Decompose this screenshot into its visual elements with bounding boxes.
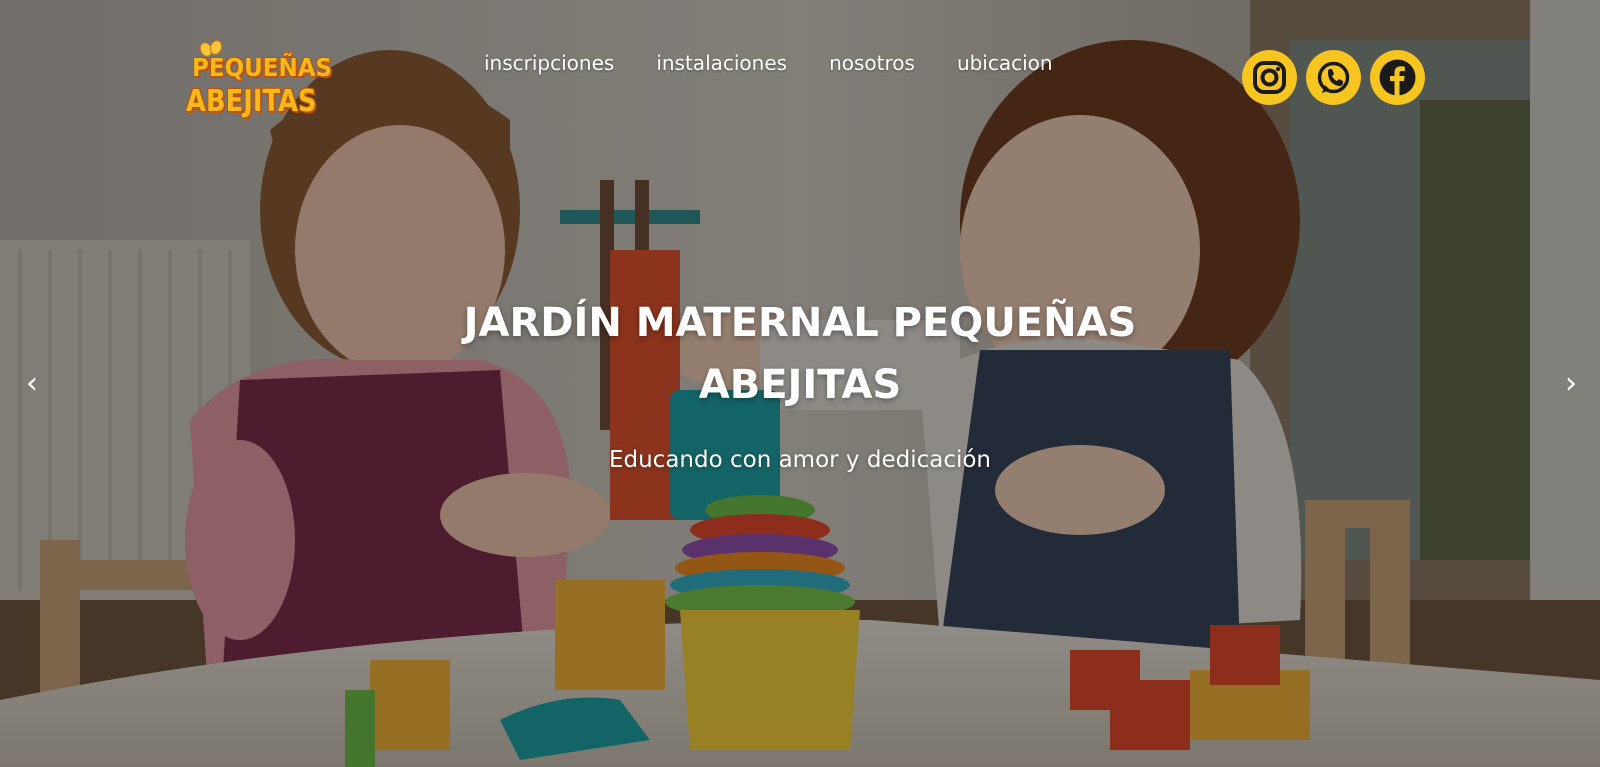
hero-subtitle: Educando con amor y dedicación — [608, 447, 992, 473]
instagram-icon — [1253, 61, 1286, 94]
carousel-next-button[interactable]: › — [1556, 366, 1586, 402]
whatsapp-link[interactable] — [1306, 50, 1361, 105]
hero-carousel: PEQUEÑAS ABEJITAS inscripciones instalac… — [0, 0, 1600, 767]
nav-link-instalaciones[interactable]: instalaciones — [656, 51, 787, 75]
facebook-icon — [1379, 59, 1416, 96]
nav-link-nosotros[interactable]: nosotros — [829, 51, 915, 75]
social-links — [1242, 50, 1434, 105]
facebook-link[interactable] — [1370, 50, 1425, 105]
whatsapp-icon — [1317, 61, 1350, 94]
hero-title: JARDÍN MATERNAL PEQUEÑAS ABEJITAS — [463, 300, 1137, 408]
logo-line-1: PEQUEÑAS — [192, 53, 333, 82]
nav-link-inscripciones[interactable]: inscripciones — [484, 51, 614, 75]
nav-link-ubicacion[interactable]: ubicacion — [957, 51, 1053, 75]
brand-logo[interactable]: PEQUEÑAS ABEJITAS — [186, 38, 336, 128]
main-nav: inscripciones instalaciones nosotros ubi… — [484, 48, 1053, 78]
logo-line-2: ABEJITAS — [186, 84, 317, 119]
instagram-link[interactable] — [1242, 50, 1297, 105]
carousel-prev-button[interactable]: ‹ — [17, 366, 47, 402]
